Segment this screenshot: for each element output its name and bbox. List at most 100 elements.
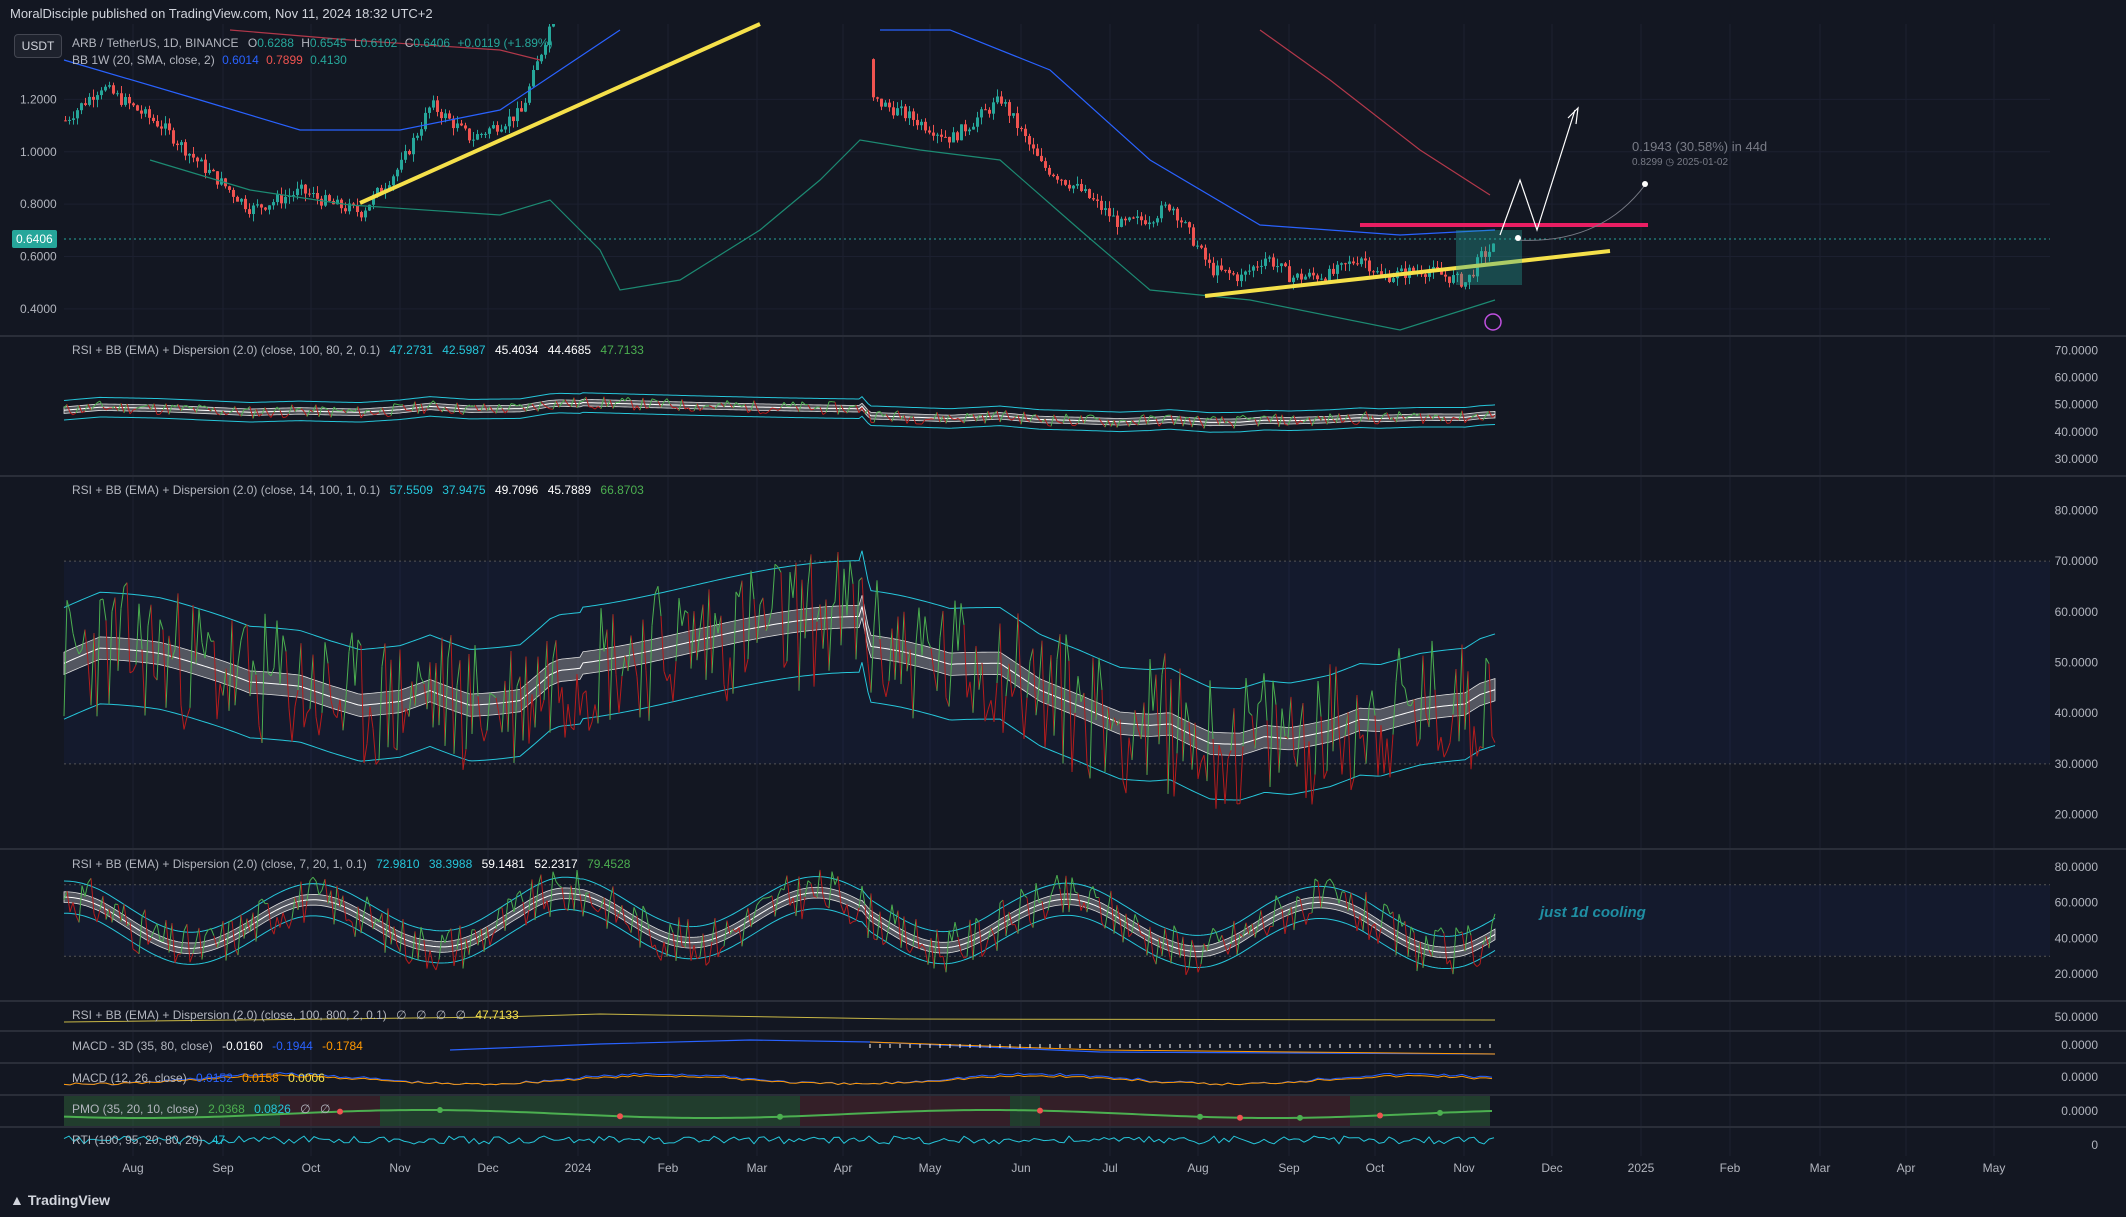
candle-body: [996, 96, 999, 103]
y-tick-label: 50.0000: [2055, 398, 2099, 412]
candle-body: [972, 126, 975, 130]
candle-body: [1424, 274, 1427, 277]
candle-body: [904, 106, 907, 119]
candle-body: [1180, 220, 1183, 223]
candle-body: [1192, 227, 1195, 246]
candle-body: [1356, 263, 1359, 265]
change-value: +0.0119 (+1.89%): [457, 36, 553, 50]
bb-basis-value: 0.6014: [222, 53, 259, 67]
y-tick-label: 0.0000: [2061, 1104, 2098, 1118]
y-tick-label: 0.6000: [20, 249, 57, 263]
candle-body: [440, 111, 443, 119]
chart-canvas[interactable]: 1.2000 1.0000 0.8000 0.6000 0.4000 70.0000 60.…: [0, 0, 2126, 1217]
y-tick-label: 60.0000: [2055, 605, 2099, 619]
candle-body: [456, 123, 459, 129]
rsi-line: [1449, 959, 1454, 975]
candle-body: [240, 198, 243, 202]
candle-body: [296, 188, 299, 196]
candle-body: [1200, 245, 1203, 248]
candle-body: [1036, 148, 1039, 156]
candle-body: [392, 176, 395, 186]
candle-body: [1372, 271, 1375, 273]
rsi-line: [627, 396, 632, 401]
candle-body: [196, 157, 199, 162]
candle-body: [988, 109, 991, 114]
candle-body: [404, 151, 407, 160]
bb-lower-line: [149, 139, 1496, 331]
candle-body: [932, 132, 935, 136]
candle-body: [880, 98, 883, 107]
candle-body: [1256, 266, 1259, 268]
rsi-line: [1011, 923, 1016, 926]
rsi-line: [1314, 878, 1319, 882]
rsi-line: [546, 407, 551, 410]
rsi-line: [1059, 422, 1064, 424]
candle-body: [908, 111, 911, 119]
candle-body: [1056, 176, 1059, 180]
footer-brand[interactable]: ▲ TradingView: [10, 1192, 110, 1208]
candle-body: [416, 135, 419, 138]
candle-body: [104, 86, 107, 91]
rsi-line: [177, 953, 182, 955]
candle-body: [992, 102, 995, 114]
candle-body: [1336, 264, 1339, 274]
pane5-legend: MACD - 3D (35, 80, close) -0.0160 -0.194…: [72, 1039, 363, 1053]
candle-body: [1244, 271, 1247, 275]
rsi-line: [1272, 413, 1277, 417]
candle-body: [504, 126, 507, 130]
candle-body: [1392, 278, 1395, 283]
pmo-signal-dot: [1437, 1109, 1443, 1116]
candle-body: [252, 205, 255, 215]
rsi-line: [114, 903, 119, 906]
pane2-v1: 57.5509: [389, 483, 433, 497]
y-tick-label: 80.0000: [2055, 503, 2099, 517]
brand-label: TradingView: [27, 1192, 111, 1208]
currency-button[interactable]: USDT: [14, 34, 62, 58]
candle-body: [448, 113, 451, 119]
pmo-signal-dot: [1377, 1112, 1383, 1119]
candle-body: [944, 136, 947, 138]
candle-body: [976, 117, 979, 127]
rsi-line: [747, 409, 752, 414]
candle-body: [1096, 199, 1099, 201]
candle-body: [360, 212, 363, 218]
rsi-line: [432, 964, 437, 971]
rsi-line: [1242, 414, 1247, 418]
candle-body: [1248, 270, 1251, 272]
candle-body: [256, 204, 259, 206]
candle-body: [964, 124, 967, 132]
pmo-signal-dot: [777, 1113, 783, 1120]
o-value: 0.6288: [257, 36, 294, 50]
y-tick-label: 60.0000: [2055, 371, 2099, 385]
measure-end-dot: [1642, 181, 1648, 187]
rsi-line: [1212, 416, 1217, 418]
rsi-line: [321, 406, 326, 409]
candle-body: [1136, 216, 1139, 219]
candle-body: [1012, 113, 1015, 116]
candle-body: [444, 113, 447, 119]
candle-body: [1032, 144, 1035, 149]
rsi-line: [1239, 414, 1244, 418]
support-trendline: [359, 22, 761, 205]
candle-body: [264, 207, 267, 210]
rsi-line: [393, 403, 398, 405]
candle-body: [1120, 218, 1123, 227]
rsi-line: [834, 876, 839, 885]
candle-body: [940, 134, 943, 137]
position-box: [1456, 230, 1522, 285]
candle-body: [1152, 222, 1155, 224]
pane3-v3: 59.1481: [481, 857, 525, 871]
rsi-line: [765, 410, 770, 414]
candle-body: [408, 151, 411, 155]
rsi-line: [765, 896, 770, 899]
candle-body: [1320, 278, 1323, 280]
candle-body: [1196, 245, 1199, 247]
candle-body: [912, 111, 915, 120]
x-tick-label: Dec: [477, 1161, 498, 1175]
candle-body: [1000, 96, 1003, 104]
measure-date: 2025-01-02: [1676, 157, 1729, 168]
candle-body: [320, 198, 323, 206]
candle-body: [532, 70, 535, 87]
rsi-line: [1473, 963, 1478, 967]
candle-body: [136, 105, 139, 111]
